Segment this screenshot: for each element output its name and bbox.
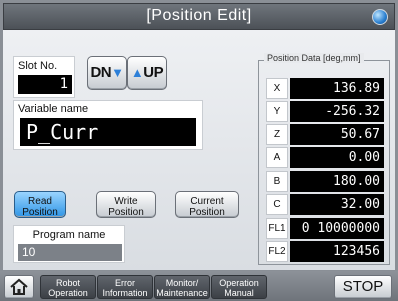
axis-value[interactable]: 0 10000000 bbox=[290, 218, 384, 239]
up-button[interactable]: ▲UP bbox=[127, 56, 167, 90]
axis-value[interactable]: -256.32 bbox=[290, 101, 384, 122]
position-row-z: Z 50.67 bbox=[266, 124, 384, 145]
position-row-a: A 0.00 bbox=[266, 147, 384, 168]
axis-value[interactable]: 32.00 bbox=[290, 194, 384, 215]
position-row-fl2: FL2 123456 bbox=[266, 241, 384, 262]
nav-label-1: Robot bbox=[55, 278, 81, 288]
write-label-2: Position bbox=[108, 207, 144, 218]
current-position-button[interactable]: Current Position bbox=[175, 191, 239, 218]
variable-label: Variable name bbox=[18, 103, 89, 115]
axis-value[interactable]: 0.00 bbox=[290, 147, 384, 168]
axis-label: Y bbox=[266, 101, 288, 122]
position-row-x: X 136.89 bbox=[266, 78, 384, 99]
position-row-y: Y -256.32 bbox=[266, 101, 384, 122]
slot-box: Slot No. 1 bbox=[13, 56, 75, 98]
title-bar: [Position Edit] bbox=[3, 3, 395, 30]
write-position-button[interactable]: Write Position bbox=[96, 191, 156, 218]
nav-error-information[interactable]: Error Information bbox=[97, 275, 153, 299]
axis-label: FL1 bbox=[266, 218, 288, 239]
nav-monitor-maintenance[interactable]: Monitor/ Maintenance bbox=[154, 275, 210, 299]
read-position-button[interactable]: Read Position bbox=[14, 191, 66, 218]
axis-label: B bbox=[266, 171, 288, 192]
axis-value[interactable]: 136.89 bbox=[290, 78, 384, 99]
axis-label: FL2 bbox=[266, 241, 288, 262]
program-label: Program name bbox=[32, 229, 106, 241]
read-label-1: Read bbox=[28, 196, 52, 207]
up-triangle-icon: ▲ bbox=[130, 65, 144, 80]
axis-label: C bbox=[266, 194, 288, 215]
axis-value[interactable]: 123456 bbox=[290, 241, 384, 262]
stop-button[interactable]: STOP bbox=[334, 275, 392, 299]
dn-label: DN bbox=[90, 64, 112, 81]
nav-label-2: Information bbox=[102, 288, 148, 298]
axis-label: A bbox=[266, 147, 288, 168]
down-triangle-icon: ▼ bbox=[111, 65, 124, 80]
current-label-2: Position bbox=[189, 207, 225, 218]
axis-value[interactable]: 180.00 bbox=[290, 171, 384, 192]
nav-label-1: Monitor/ bbox=[165, 278, 199, 288]
position-row-c: C 32.00 bbox=[266, 194, 384, 215]
home-icon bbox=[10, 278, 28, 295]
axis-label: X bbox=[266, 78, 288, 99]
nav-label-1: Operation bbox=[219, 278, 259, 288]
variable-field[interactable]: P_Curr bbox=[20, 118, 196, 146]
home-button[interactable] bbox=[4, 275, 34, 299]
variable-box: Variable name P_Curr bbox=[13, 100, 203, 150]
position-row-b: B 180.00 bbox=[266, 171, 384, 192]
nav-robot-operation[interactable]: Robot Operation bbox=[40, 275, 96, 299]
program-field[interactable]: 10 bbox=[18, 244, 122, 261]
axis-value[interactable]: 50.67 bbox=[290, 124, 384, 145]
nav-label-2: Maintenance bbox=[156, 288, 208, 298]
dn-button[interactable]: DN▼ bbox=[87, 56, 127, 90]
nav-label-2: Operation bbox=[48, 288, 88, 298]
write-label-1: Write bbox=[114, 196, 138, 207]
current-label-1: Current bbox=[190, 196, 224, 207]
globe-icon[interactable] bbox=[372, 9, 388, 25]
slot-value[interactable]: 1 bbox=[18, 75, 72, 94]
nav-operation-manual[interactable]: Operation Manual bbox=[211, 275, 267, 299]
read-label-2: Position bbox=[22, 207, 58, 218]
position-data-title: Position Data [deg,mm] bbox=[264, 53, 364, 63]
program-box: Program name 10 bbox=[13, 225, 125, 263]
nav-label-1: Error bbox=[115, 278, 135, 288]
axis-label: Z bbox=[266, 124, 288, 145]
position-row-fl1: FL1 0 10000000 bbox=[266, 218, 384, 239]
up-label: UP bbox=[143, 64, 164, 81]
nav-label-2: Manual bbox=[224, 288, 254, 298]
page-title: [Position Edit] bbox=[146, 7, 252, 24]
slot-label: Slot No. bbox=[18, 60, 58, 72]
